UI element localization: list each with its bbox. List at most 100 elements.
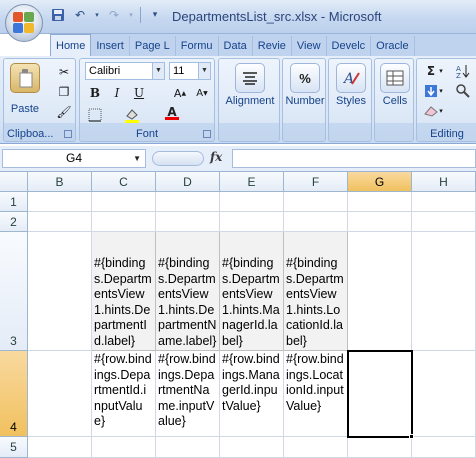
- number-group[interactable]: % Number: [282, 58, 326, 142]
- grow-font-icon[interactable]: A ▲: [170, 84, 190, 102]
- active-cell-g4[interactable]: [347, 350, 413, 438]
- customize-qat-icon[interactable]: ▾: [147, 7, 163, 23]
- grid-cell[interactable]: [348, 192, 412, 212]
- font-size-combo[interactable]: 11 ▼: [169, 62, 211, 80]
- redo-icon[interactable]: ↷: [106, 7, 122, 23]
- grid-cell[interactable]: [220, 437, 284, 458]
- sort-filter-icon[interactable]: AZ: [453, 62, 473, 80]
- fill-color-icon[interactable]: [122, 106, 142, 124]
- grid-cell[interactable]: [156, 212, 220, 232]
- grid-cell[interactable]: [412, 212, 476, 232]
- font-name-combo[interactable]: Calibri ▼: [85, 62, 165, 80]
- cells-group[interactable]: Cells: [374, 58, 414, 142]
- format-painter-icon[interactable]: 🖌: [54, 103, 74, 121]
- column-header-b[interactable]: B: [28, 172, 92, 192]
- name-box[interactable]: G4 ▼: [2, 149, 146, 168]
- bold-icon[interactable]: B: [85, 84, 105, 102]
- grid-cell[interactable]: [220, 192, 284, 212]
- tab-view[interactable]: View: [292, 36, 327, 56]
- row-header-1[interactable]: 1: [0, 192, 28, 212]
- grid-cell[interactable]: [28, 232, 92, 351]
- cell-e4[interactable]: #{row.bindings.ManagerId.inputValue}: [220, 351, 284, 437]
- formula-input[interactable]: [232, 149, 476, 168]
- font-launcher-icon[interactable]: [203, 130, 211, 138]
- tab-oracle[interactable]: Oracle: [371, 36, 415, 56]
- tab-review[interactable]: Revie: [253, 36, 292, 56]
- row-header-5[interactable]: 5: [0, 437, 28, 458]
- name-box-dropdown-icon[interactable]: ▼: [133, 150, 141, 167]
- grid-cell[interactable]: [284, 212, 348, 232]
- cell-f4[interactable]: #{row.bindings.LocationId.inputValue}: [284, 351, 348, 437]
- grid-cell[interactable]: [412, 192, 476, 212]
- grid-cell[interactable]: [412, 351, 476, 437]
- grid-cell[interactable]: [412, 232, 476, 351]
- grid-cell[interactable]: [284, 192, 348, 212]
- grid-cell[interactable]: [156, 192, 220, 212]
- tab-data[interactable]: Data: [219, 36, 253, 56]
- row-header-4[interactable]: 4: [0, 351, 28, 437]
- office-button[interactable]: [5, 4, 43, 42]
- tab-formulas[interactable]: Formu: [176, 36, 219, 56]
- font-color-icon[interactable]: A: [162, 104, 182, 122]
- borders-icon[interactable]: [85, 106, 105, 124]
- formula-bar-resize-handle[interactable]: [152, 151, 204, 166]
- cut-icon[interactable]: ✂: [54, 63, 74, 81]
- grid-cell[interactable]: [156, 437, 220, 458]
- number-button[interactable]: % Number: [283, 63, 327, 107]
- cell-c4[interactable]: #{row.bindings.DepartmentId.inputValue}: [92, 351, 156, 437]
- column-header-h[interactable]: H: [412, 172, 476, 192]
- find-select-icon[interactable]: [453, 82, 473, 100]
- select-all-corner[interactable]: [0, 172, 28, 192]
- italic-icon[interactable]: I: [107, 84, 127, 102]
- tab-page-layout[interactable]: Page L: [130, 36, 176, 56]
- fill-handle[interactable]: [409, 434, 414, 439]
- column-header-f[interactable]: F: [284, 172, 348, 192]
- row-header-3[interactable]: 3: [0, 232, 28, 351]
- cell-f3[interactable]: #{bindings.DepartmentsView1.hints.Locati…: [284, 232, 348, 351]
- cell-d3[interactable]: #{bindings.DepartmentsView1.hints.Depart…: [156, 232, 220, 351]
- column-header-e[interactable]: E: [220, 172, 284, 192]
- alignment-group[interactable]: Alignment: [218, 58, 280, 142]
- undo-icon[interactable]: ↶: [72, 7, 88, 23]
- grid-cell[interactable]: [412, 437, 476, 458]
- fill-dropdown-icon[interactable]: ▾: [437, 82, 445, 100]
- styles-group[interactable]: A Styles: [328, 58, 372, 142]
- underline-icon[interactable]: U: [129, 84, 149, 102]
- alignment-button[interactable]: Alignment: [223, 63, 277, 107]
- grid-cell[interactable]: [92, 192, 156, 212]
- grid-cell[interactable]: [284, 437, 348, 458]
- save-icon[interactable]: [50, 7, 66, 23]
- grid-cell[interactable]: [28, 192, 92, 212]
- clipboard-launcher-icon[interactable]: [64, 130, 72, 138]
- row-header-2[interactable]: 2: [0, 212, 28, 232]
- grid-cell[interactable]: [28, 212, 92, 232]
- font-size-dropdown-icon[interactable]: ▼: [198, 63, 210, 79]
- grid-cell[interactable]: [348, 437, 412, 458]
- tab-insert[interactable]: Insert: [91, 36, 130, 56]
- cell-e3[interactable]: #{bindings.DepartmentsView1.hints.Manage…: [220, 232, 284, 351]
- cell-d4[interactable]: #{row.bindings.DepartmentName.inputValue…: [156, 351, 220, 437]
- insert-function-icon[interactable]: fx: [210, 150, 222, 164]
- grid-cell[interactable]: [92, 437, 156, 458]
- undo-dropdown-icon[interactable]: ▾: [94, 7, 100, 23]
- clear-dropdown-icon[interactable]: ▾: [437, 102, 445, 120]
- paste-button[interactable]: Paste: [10, 63, 40, 115]
- cells-button[interactable]: Cells: [375, 63, 415, 107]
- grid-cell[interactable]: [348, 232, 412, 351]
- column-header-c[interactable]: C: [92, 172, 156, 192]
- shrink-font-icon[interactable]: A ▼: [192, 84, 212, 102]
- grid-cell[interactable]: [28, 437, 92, 458]
- column-header-g[interactable]: G: [348, 172, 412, 192]
- grid-cell[interactable]: [92, 212, 156, 232]
- tab-developer[interactable]: Develc: [327, 36, 372, 56]
- styles-button[interactable]: A Styles: [329, 63, 373, 107]
- font-name-dropdown-icon[interactable]: ▼: [152, 63, 164, 79]
- grid-cell[interactable]: [28, 351, 92, 437]
- tab-home[interactable]: Home: [50, 34, 92, 56]
- grid-cell[interactable]: [348, 212, 412, 232]
- cell-c3[interactable]: #{bindings.DepartmentsView1.hints.Depart…: [92, 232, 156, 351]
- grid-cell[interactable]: [220, 212, 284, 232]
- autosum-dropdown-icon[interactable]: ▾: [437, 62, 445, 80]
- column-header-d[interactable]: D: [156, 172, 220, 192]
- redo-dropdown-icon[interactable]: ▾: [128, 7, 134, 23]
